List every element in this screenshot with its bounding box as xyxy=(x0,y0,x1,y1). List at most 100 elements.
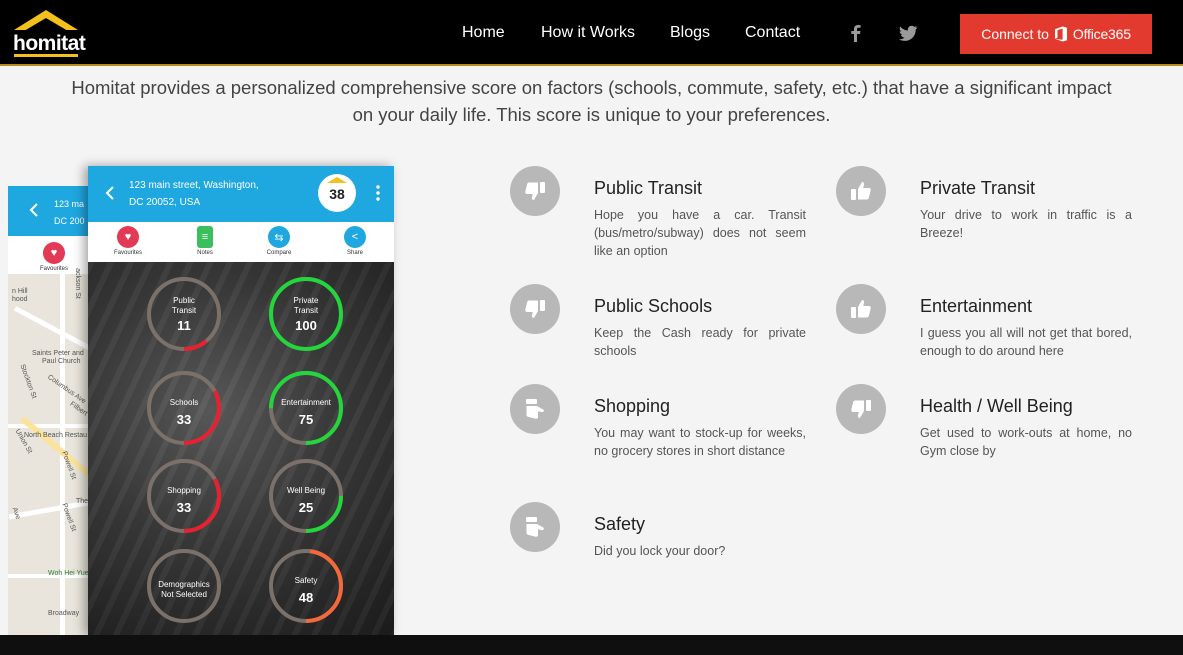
feature-health-well-being: Health / Well Being Get used to work-out… xyxy=(836,384,1136,484)
gauge-shopping[interactable]: Shopping 33 xyxy=(144,456,224,536)
gauge-label-line: Transit xyxy=(293,306,319,315)
gauge-label-line: Public xyxy=(173,296,195,305)
top-navbar: homitat Home How it Works Blogs Contact … xyxy=(0,0,1183,66)
thumbs-up-icon xyxy=(836,284,886,334)
thumbs-down-icon xyxy=(510,166,560,216)
gauge-value: 33 xyxy=(176,500,192,515)
twitter-icon[interactable] xyxy=(897,22,919,44)
feature-description: Hope you have a car. Transit (bus/metro/… xyxy=(594,208,806,258)
gauge-label-line: Well Being xyxy=(286,486,326,495)
gauge-label: Well Being xyxy=(266,486,346,496)
thumbs-sideways-icon xyxy=(510,502,560,552)
notes-icon: ≡ xyxy=(197,226,213,248)
gauge-label-line: Safety xyxy=(294,576,318,585)
feature-title: Public Transit xyxy=(594,178,703,198)
gauge-value: 25 xyxy=(298,500,314,515)
phone-mockup-scores: 123 main street, Washington, DC 20052, U… xyxy=(88,166,394,635)
gauge-ring xyxy=(147,371,221,445)
facebook-icon[interactable] xyxy=(845,22,867,44)
heart-icon: ♥ xyxy=(117,226,139,248)
gauge-ring xyxy=(147,459,221,533)
map-address-line2: DC 200 xyxy=(54,216,85,226)
map-address-line1: 123 ma xyxy=(54,199,85,209)
gauge-safety[interactable]: Safety 48 xyxy=(266,546,346,626)
gauge-private-transit[interactable]: Private Transit 100 xyxy=(266,274,346,354)
feature-title: Public Schools xyxy=(594,296,713,316)
feature-description: Did you lock your door? xyxy=(594,544,726,558)
feature-entertainment: Entertainment I guess you all will not g… xyxy=(836,284,1136,374)
thumbs-down-icon xyxy=(510,284,560,334)
score-app-header: 123 main street, Washington, DC 20052, U… xyxy=(88,166,394,222)
gauge-label-line: Shopping xyxy=(167,486,201,495)
gauge-entertainment[interactable]: Entertainment 75 xyxy=(266,368,346,448)
score-roof-shape xyxy=(327,177,347,183)
tab-favourites[interactable]: ♥ Favourites xyxy=(98,226,158,256)
gauge-label: Demographics Not Selected xyxy=(144,580,224,600)
feature-shopping: Shopping You may want to stock-up for we… xyxy=(510,384,810,484)
gauge-label: Private Transit xyxy=(266,296,346,316)
connect-office365-button[interactable]: Connect to Office365 xyxy=(960,14,1152,54)
tab-compare[interactable]: ⇆ Compare xyxy=(249,226,309,256)
gauge-well-being[interactable]: Well Being 25 xyxy=(266,456,346,536)
gauge-schools[interactable]: Schools 33 xyxy=(144,368,224,448)
office-label: Office365 xyxy=(1072,26,1131,42)
gauge-demographics[interactable]: Demographics Not Selected xyxy=(144,546,224,626)
gauge-value: 11 xyxy=(177,318,191,333)
thumbs-down-icon xyxy=(836,384,886,434)
back-arrow-icon xyxy=(29,203,38,217)
more-options-icon[interactable] xyxy=(376,185,380,201)
office-logo-icon xyxy=(1054,26,1067,42)
nav-blogs[interactable]: Blogs xyxy=(670,24,710,42)
feature-title: Entertainment xyxy=(920,296,1033,316)
back-arrow-icon[interactable] xyxy=(104,186,116,200)
gauge-public-transit[interactable]: Public Transit 11 xyxy=(144,274,224,354)
gauge-ring xyxy=(269,459,343,533)
nav-home[interactable]: Home xyxy=(462,24,505,42)
gauge-label: Entertainment xyxy=(266,398,346,408)
gauge-label-line: Transit xyxy=(171,306,197,315)
gauge-label-line: Entertainment xyxy=(281,398,331,407)
gauge-label: Public Transit xyxy=(144,296,224,316)
feature-public-schools: Public Schools Keep the Cash ready for p… xyxy=(510,284,810,374)
thumbs-sideways-icon xyxy=(510,384,560,434)
feature-description: Keep the Cash ready for private schools xyxy=(594,326,806,358)
intro-description: Homitat provides a personalized comprehe… xyxy=(71,77,1112,125)
gauge-value: 33 xyxy=(176,412,192,427)
gauge-value: 100 xyxy=(295,318,317,333)
gauge-label: Safety xyxy=(266,576,346,586)
gauge-label-line: Demographics xyxy=(158,580,210,589)
gauge-label: Shopping xyxy=(144,486,224,496)
gauge-value: 75 xyxy=(298,412,314,427)
logo-wordmark: homitat xyxy=(13,32,86,55)
gauge-label: Schools xyxy=(144,398,224,408)
gauge-ring xyxy=(269,371,343,445)
homitat-logo[interactable]: homitat xyxy=(10,10,86,58)
gauge-label-line: Private xyxy=(293,296,319,305)
feature-public-transit: Public Transit Hope you have a car. Tran… xyxy=(510,166,810,266)
score-app-tabs: ♥ Favourites ≡ Notes ⇆ Compare < Share xyxy=(88,222,394,262)
gauge-value: 48 xyxy=(298,590,314,605)
connect-label: Connect to xyxy=(981,26,1049,42)
score-gauges-panel: Public Transit 11 Private Transit 100 School… xyxy=(88,262,394,635)
feature-description: You may want to stock-up for weeks, no g… xyxy=(594,426,806,458)
feature-description: I guess you all will not get that bored,… xyxy=(920,326,1132,358)
heart-icon: ♥ xyxy=(43,242,65,264)
overall-score-badge: 38 xyxy=(318,174,356,212)
address-line1: 123 main street, Washington, xyxy=(129,180,259,191)
footer-strip xyxy=(0,635,1183,655)
feature-title: Health / Well Being xyxy=(920,396,1073,416)
feature-description: Get used to work-outs at home, no Gym cl… xyxy=(920,426,1132,458)
feature-title: Private Transit xyxy=(920,178,1036,198)
feature-title: Safety xyxy=(594,514,646,534)
tab-notes[interactable]: ≡ Notes xyxy=(175,226,235,256)
compare-icon: ⇆ xyxy=(268,226,290,248)
gauge-label-line: Not Selected xyxy=(161,590,207,599)
share-icon: < xyxy=(344,226,366,248)
thumbs-up-icon xyxy=(836,166,886,216)
tab-share[interactable]: < Share xyxy=(325,226,385,256)
nav-contact[interactable]: Contact xyxy=(745,24,800,42)
feature-safety: Safety Did you lock your door? xyxy=(510,502,810,582)
feature-description: Your drive to work in traffic is a Breez… xyxy=(920,208,1132,240)
nav-how-it-works[interactable]: How it Works xyxy=(541,24,635,42)
feature-private-transit: Private Transit Your drive to work in tr… xyxy=(836,166,1136,266)
